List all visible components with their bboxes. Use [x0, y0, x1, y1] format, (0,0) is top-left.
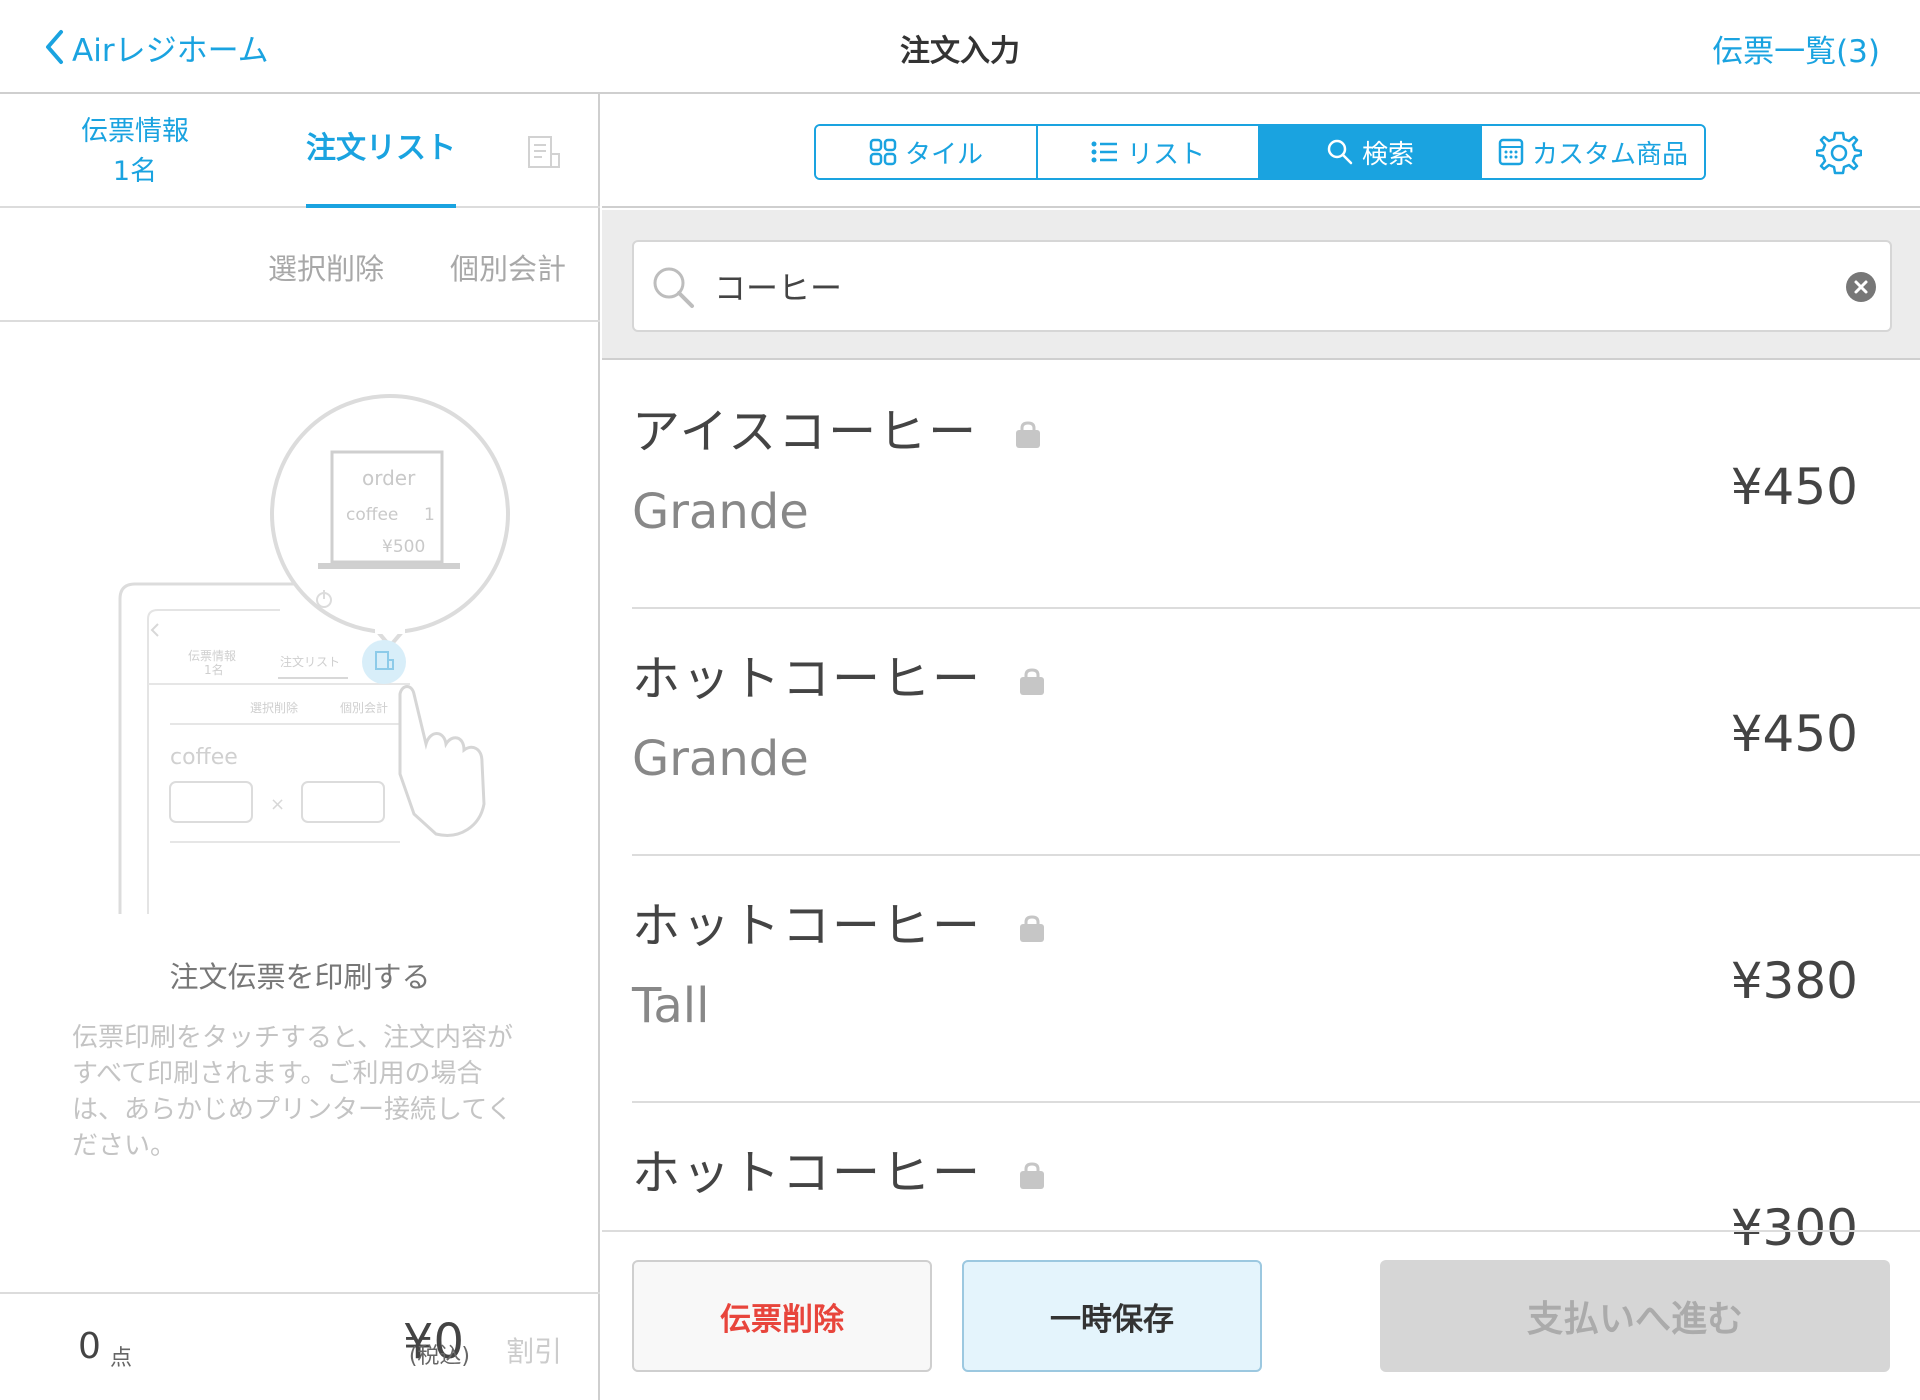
takeout-bag-icon	[1020, 1162, 1045, 1189]
takeout-bag-icon	[1020, 915, 1045, 942]
view-mode-switch: タイル リスト 検索 カスタム商品	[814, 124, 1706, 180]
item-count: 0	[78, 1326, 101, 1367]
illus-tab1-sub: 1名	[204, 662, 224, 677]
empty-state-description: 伝票印刷をタッチすると、注文内容がすべて印刷されます。ご利用の場合は、あらかじめ…	[72, 1023, 513, 1161]
calculator-icon	[1498, 138, 1524, 166]
product-name: アイスコーヒー	[632, 404, 979, 460]
hold-order-button[interactable]: 一時保存	[962, 1260, 1262, 1372]
search-area	[602, 210, 1920, 360]
tab-slip-info-guests: 1名	[112, 156, 158, 187]
slip-list-link[interactable]: 伝票一覧(3)	[1712, 26, 1880, 71]
search-field-icon	[653, 267, 694, 308]
illus-receipt-item: coffee	[346, 505, 398, 525]
search-results: アイスコーヒー Grande ¥450 ホットコーヒー Grande ¥450 …	[602, 362, 1920, 1324]
product-price: ¥300	[1730, 1199, 1858, 1257]
back-button[interactable]: Airレジホーム	[44, 24, 269, 70]
product-toolbar: タイル リスト 検索 カスタム商品	[602, 94, 1920, 208]
tab-search-label: 検索	[1361, 139, 1414, 170]
tab-list[interactable]: リスト	[1038, 126, 1260, 178]
tab-custom-product[interactable]: カスタム商品	[1482, 126, 1704, 178]
item-count-unit: 点	[110, 1346, 133, 1371]
product-item[interactable]: ホットコーヒー Tall ¥380	[632, 856, 1920, 1103]
search-input[interactable]	[714, 252, 1814, 320]
top-bar: Airレジホーム 注文入力 伝票一覧(3)	[0, 0, 1920, 94]
product-name: ホットコーヒー	[632, 898, 983, 954]
tax-included-note: (税込)	[408, 1344, 470, 1369]
illus-receipt-qty: 1	[424, 505, 435, 525]
proceed-to-payment-button[interactable]: 支払いへ進む	[1380, 1260, 1890, 1372]
split-payment-button[interactable]: 個別会計	[450, 246, 566, 288]
tab-search[interactable]: 検索	[1260, 126, 1482, 178]
divider	[602, 1230, 1920, 1232]
print-slip-icon[interactable]	[524, 134, 564, 174]
tab-tile-label: タイル	[904, 139, 983, 170]
product-name-row: ホットコーヒー	[632, 1133, 1047, 1203]
product-size: Grande	[632, 484, 809, 540]
takeout-bag-icon	[1016, 421, 1041, 448]
illus-times: ×	[270, 794, 285, 815]
product-price: ¥380	[1730, 952, 1858, 1010]
delete-selected-button[interactable]: 選択削除	[268, 246, 384, 288]
product-size: Tall	[632, 978, 710, 1034]
tab-slip-info-label: 伝票情報	[81, 116, 189, 147]
back-label: Airレジホーム	[72, 32, 269, 69]
illus-action2: 個別会計	[340, 700, 388, 715]
page-title: 注文入力	[900, 34, 1020, 69]
product-name-row: アイスコーヒー	[632, 392, 1043, 462]
search-box	[632, 240, 1892, 332]
tab-custom-product-label: カスタム商品	[1531, 139, 1688, 170]
illus-tab1: 伝票情報	[188, 649, 236, 663]
tab-tile[interactable]: タイル	[816, 126, 1038, 178]
gear-icon[interactable]	[1816, 130, 1862, 176]
tab-slip-info[interactable]: 伝票情報 1名	[60, 112, 210, 192]
takeout-bag-icon	[1020, 668, 1045, 695]
product-item[interactable]: ホットコーヒー Grande ¥450	[632, 609, 1920, 856]
product-item[interactable]: アイスコーヒー Grande ¥450	[632, 362, 1920, 609]
discount-button[interactable]: 割引	[506, 1330, 562, 1370]
chevron-left-icon	[46, 30, 63, 64]
product-name: ホットコーヒー	[632, 651, 983, 707]
grid-icon	[869, 138, 897, 166]
print-guide-illustration: 伝票情報 1名 注文リスト 選択削除 個別会計 coffee × order c…	[118, 394, 510, 914]
illus-receipt-title: order	[362, 466, 416, 490]
order-summary: 0 点 ¥0 (税込) 割引	[0, 1292, 600, 1400]
clear-search-icon[interactable]	[1846, 272, 1876, 302]
list-icon	[1091, 141, 1117, 163]
product-panel: タイル リスト 検索 カスタム商品 コーヒー アイスコーヒー Grande ¥4…	[602, 94, 1920, 1400]
product-size: Grande	[632, 731, 809, 787]
order-actions: 選択削除 個別会計	[0, 210, 600, 322]
close-icon	[1854, 280, 1868, 294]
tab-list-label: リスト	[1126, 139, 1205, 170]
product-price: ¥450	[1730, 705, 1858, 763]
illus-tab2: 注文リスト	[280, 654, 340, 669]
order-panel: 伝票情報 1名 注文リスト 選択削除 個別会計 伝票情報 1名 注文リスト 選択…	[0, 94, 600, 1400]
product-name-row: ホットコーヒー	[632, 639, 1047, 709]
product-name: ホットコーヒー	[632, 1145, 983, 1201]
product-name-row: ホットコーヒー	[632, 886, 1047, 956]
illus-action1: 選択削除	[250, 700, 298, 715]
empty-state-title: 注文伝票を印刷する	[169, 960, 431, 994]
product-price: ¥450	[1730, 458, 1858, 516]
illus-receipt-price: ¥500	[382, 537, 425, 557]
illus-item: coffee	[170, 745, 238, 770]
order-panel-tabs: 伝票情報 1名 注文リスト	[0, 94, 600, 208]
tab-order-list[interactable]: 注文リスト	[306, 94, 456, 208]
search-icon	[1327, 139, 1353, 165]
delete-slip-button[interactable]: 伝票削除	[632, 1260, 932, 1372]
